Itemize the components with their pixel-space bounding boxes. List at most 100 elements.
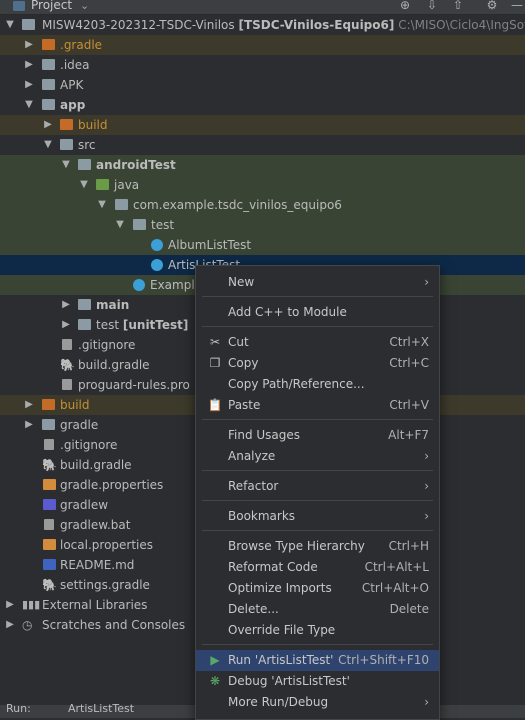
menu-item-label: Browse Type Hierarchy: [228, 539, 365, 553]
folder-icon: [42, 59, 55, 70]
tree-item-test-pkg[interactable]: ▼ test: [0, 215, 525, 235]
tree-item-label: settings.gradle: [60, 578, 150, 592]
tree-item-package[interactable]: ▼ com.example.tsdc_vinilos_equipo6: [0, 195, 525, 215]
menu-item-refactor[interactable]: Refactor ›: [196, 476, 439, 497]
chevron-down-icon[interactable]: ▼: [24, 95, 34, 115]
minimize-icon[interactable]: —: [510, 0, 524, 12]
tree-item-app[interactable]: ▼ app: [0, 95, 525, 115]
menu-item-analyze[interactable]: Analyze ›: [196, 446, 439, 467]
module-folder-icon: [78, 159, 91, 170]
tree-item-label: test: [151, 218, 175, 232]
menu-item-optimize-imports[interactable]: Optimize Imports Ctrl+Alt+O: [196, 578, 439, 599]
tree-item-apk[interactable]: ▶ APK: [0, 75, 525, 95]
menu-shortcut: Ctrl+V: [389, 398, 429, 412]
tree-root[interactable]: ▼ MISW4203-202312-TSDC-Vinilos [TSDC-Vin…: [0, 15, 525, 35]
tree-item-label: .gradle: [60, 38, 103, 52]
run-play-icon: ▶: [210, 653, 220, 667]
view-dropdown-chevron-icon[interactable]: ⌄: [80, 0, 89, 12]
tree-item-java[interactable]: ▼ java: [0, 175, 525, 195]
project-toolbar: Project ⌄ ⊕ ⇩ ⇧ ⚙ —: [0, 0, 525, 15]
copy-icon: ❐: [209, 356, 221, 370]
properties-file-icon: [43, 479, 56, 490]
menu-item-label: More Run/Debug: [228, 695, 329, 709]
properties-file-icon: [43, 539, 56, 550]
tree-item-label: gradlew.bat: [60, 518, 131, 532]
chevron-right-icon[interactable]: ▶: [24, 415, 34, 435]
clipboard-icon: 📋: [207, 398, 223, 412]
menu-item-cut[interactable]: ✂ Cut Ctrl+X: [196, 332, 439, 353]
chevron-right-icon[interactable]: ▶: [24, 395, 34, 415]
menu-item-label: Reformat Code: [228, 560, 318, 574]
menu-separator: [202, 530, 433, 531]
chevron-down-icon[interactable]: ▼: [97, 195, 107, 215]
chevron-down-icon[interactable]: ▼: [61, 155, 71, 175]
menu-item-find-usages[interactable]: Find Usages Alt+F7: [196, 425, 439, 446]
tree-item-androidtest[interactable]: ▼ androidTest: [0, 155, 525, 175]
root-module: [TSDC-Vinilos-Equipo6]: [238, 18, 395, 32]
menu-shortcut: Ctrl+Alt+L: [364, 560, 429, 574]
gradle-icon: 🐘: [42, 458, 57, 472]
menu-item-paste[interactable]: 📋 Paste Ctrl+V: [196, 395, 439, 416]
chevron-right-icon: ›: [424, 449, 429, 463]
chevron-right-icon: ›: [424, 479, 429, 493]
tree-item-albumlisttest[interactable]: AlbumListTest: [0, 235, 525, 255]
menu-item-label: Delete...: [228, 602, 279, 616]
file-icon: [62, 379, 72, 390]
chevron-right-icon[interactable]: ▶: [5, 595, 15, 615]
target-icon[interactable]: ⊕: [398, 0, 412, 12]
file-icon: [44, 519, 54, 530]
menu-item-label: Copy: [228, 356, 259, 370]
chevron-right-icon[interactable]: ▶: [61, 315, 71, 335]
menu-item-override-file-type[interactable]: Override File Type: [196, 620, 439, 641]
gear-icon[interactable]: ⚙: [485, 0, 499, 12]
chevron-down-icon[interactable]: ▼: [43, 135, 53, 155]
menu-item-run[interactable]: ▶ Run 'ArtisListTest' Ctrl+Shift+F10: [196, 650, 439, 671]
menu-item-more-run-debug[interactable]: More Run/Debug ›: [196, 692, 439, 713]
tree-item-label: app: [60, 98, 86, 112]
tree-item-gradle-dir[interactable]: ▶ .gradle: [0, 35, 525, 55]
excluded-folder-icon: [42, 399, 55, 410]
tree-item-app-build[interactable]: ▶ build: [0, 115, 525, 135]
chevron-right-icon[interactable]: ▶: [24, 55, 34, 75]
menu-separator: [202, 419, 433, 420]
menu-item-add-cpp[interactable]: Add C++ to Module: [196, 302, 439, 323]
tree-item-label: test: [96, 318, 120, 332]
menu-item-copy[interactable]: ❐ Copy Ctrl+C: [196, 353, 439, 374]
folder-icon: [60, 139, 73, 150]
tree-item-label: gradle: [60, 418, 99, 432]
menu-item-label: Copy Path/Reference...: [228, 377, 365, 391]
menu-item-copy-path[interactable]: Copy Path/Reference...: [196, 374, 439, 395]
gradle-icon: 🐘: [60, 358, 75, 372]
chevron-right-icon[interactable]: ▶: [24, 75, 34, 95]
folder-icon: [42, 79, 55, 90]
menu-item-bookmarks[interactable]: Bookmarks ›: [196, 506, 439, 527]
chevron-right-icon[interactable]: ▶: [5, 615, 15, 635]
menu-item-debug[interactable]: ❋ Debug 'ArtisListTest': [196, 671, 439, 692]
tree-item-src[interactable]: ▼ src: [0, 135, 525, 155]
chevron-down-icon[interactable]: ▼: [79, 175, 89, 195]
menu-item-new[interactable]: New ›: [196, 272, 439, 293]
tree-item-label: src: [78, 138, 96, 152]
chevron-right-icon[interactable]: ▶: [24, 35, 34, 55]
collapse-all-icon[interactable]: ⇩: [425, 0, 439, 12]
menu-item-label: Add C++ to Module: [228, 305, 347, 319]
menu-item-reformat-code[interactable]: Reformat Code Ctrl+Alt+L: [196, 557, 439, 578]
project-view-icon: [13, 1, 25, 11]
chevron-right-icon[interactable]: ▶: [61, 295, 71, 315]
chevron-down-icon[interactable]: ▼: [115, 215, 125, 235]
chevron-right-icon[interactable]: ▶: [43, 115, 53, 135]
menu-item-browse-type-hierarchy[interactable]: Browse Type Hierarchy Ctrl+H: [196, 536, 439, 557]
root-path: C:\MISO\Ciclo4\IngSoftwareParaA: [398, 18, 525, 32]
tree-item-label: README.md: [60, 558, 135, 572]
tree-item-idea[interactable]: ▶ .idea: [0, 55, 525, 75]
kotlin-class-icon: [151, 259, 163, 271]
menu-shortcut: Ctrl+H: [388, 539, 429, 553]
chevron-down-icon[interactable]: ▼: [5, 15, 15, 35]
menu-item-delete[interactable]: Delete... Delete: [196, 599, 439, 620]
run-tab[interactable]: ArtisListTest: [68, 702, 134, 715]
libraries-icon: ▮▮▮: [22, 598, 41, 611]
project-view-title[interactable]: Project: [31, 0, 72, 12]
menu-separator: [202, 326, 433, 327]
expand-all-icon[interactable]: ⇧: [451, 0, 465, 12]
tree-item-label: com.example.tsdc_vinilos_equipo6: [133, 198, 342, 212]
